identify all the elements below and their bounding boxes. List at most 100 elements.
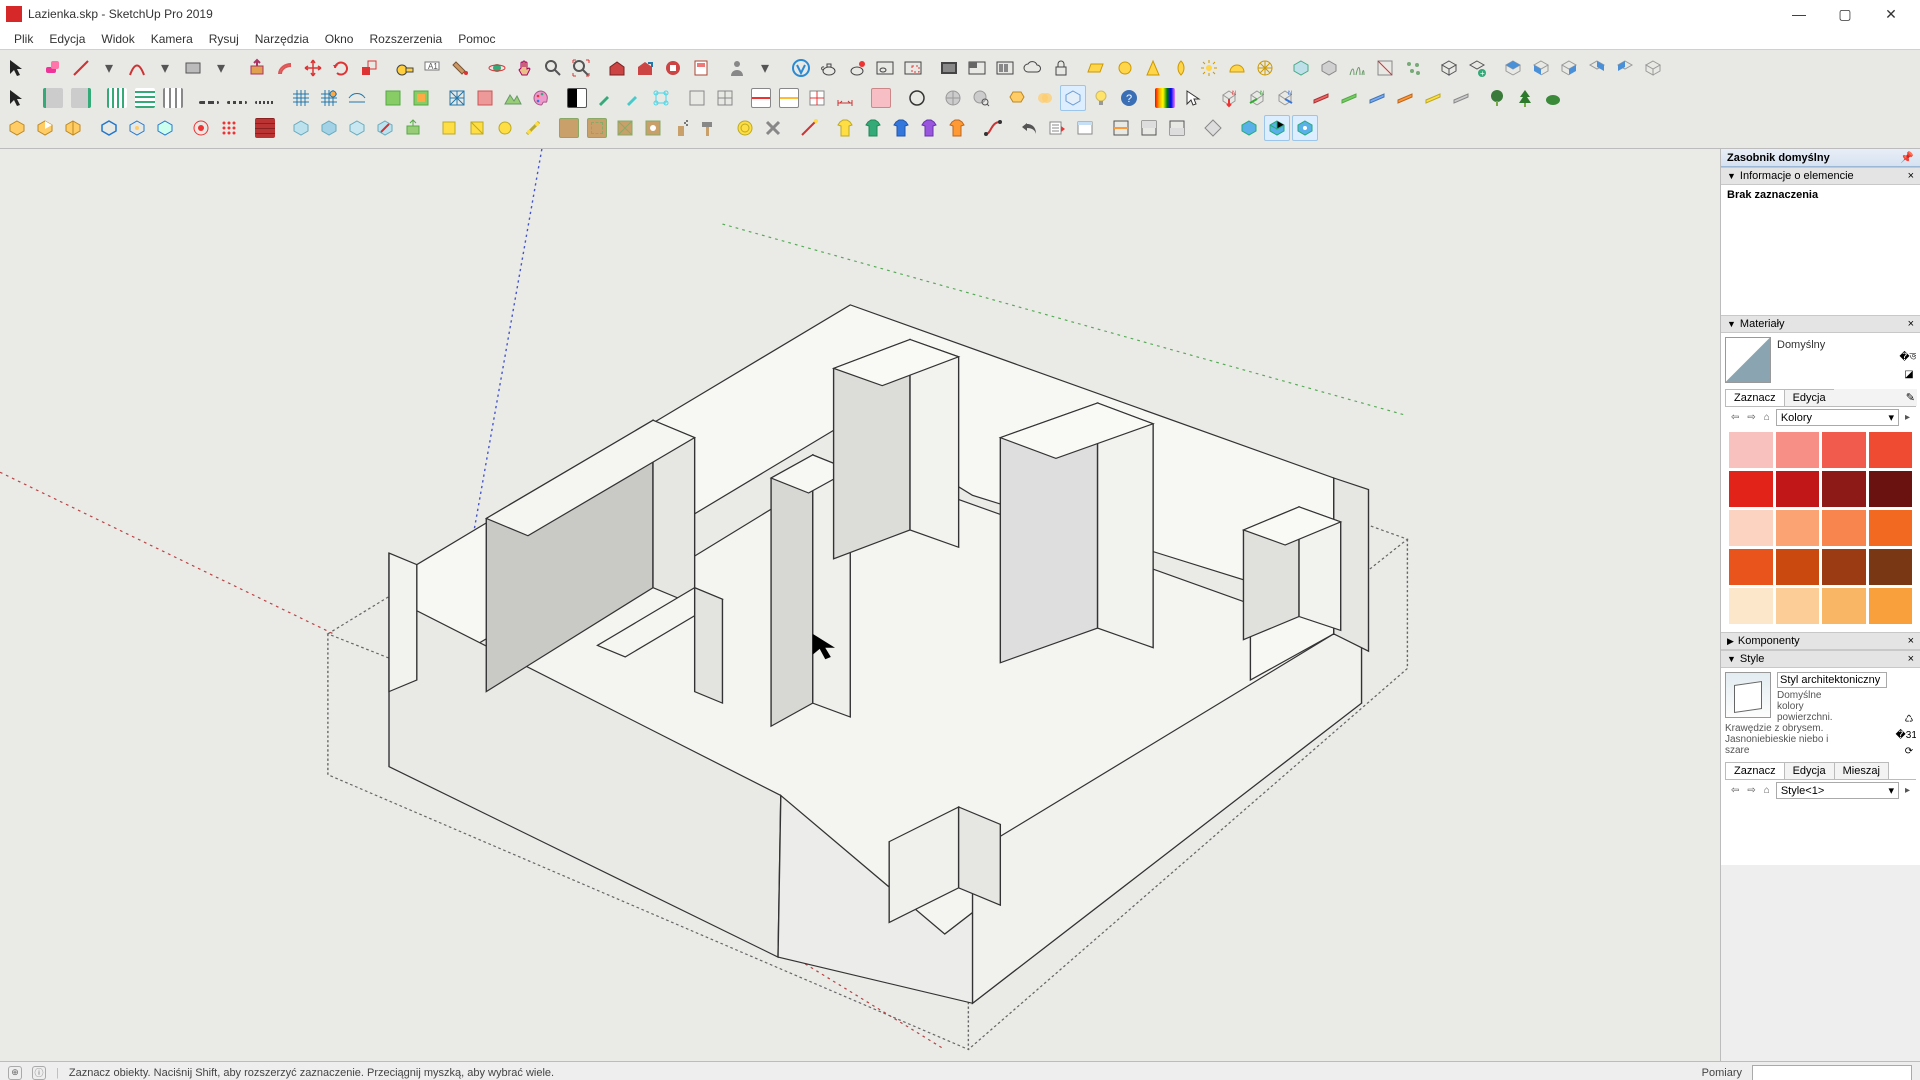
iso-icon[interactable] xyxy=(1436,55,1462,81)
solid-intersect-icon[interactable] xyxy=(1032,85,1058,111)
view-back-icon[interactable] xyxy=(1584,55,1610,81)
arc-tool-icon[interactable] xyxy=(124,55,150,81)
shell-2-icon[interactable] xyxy=(124,115,150,141)
solid-trim-icon[interactable] xyxy=(32,115,58,141)
guide-red-icon[interactable] xyxy=(748,85,774,111)
undo-icon[interactable] xyxy=(1016,115,1042,141)
glass-3-icon[interactable] xyxy=(344,115,370,141)
tray-pin-icon[interactable]: 📌 xyxy=(1900,151,1914,164)
scale-icon[interactable] xyxy=(356,55,382,81)
tree-pine-icon[interactable] xyxy=(1512,85,1538,111)
dimension-icon[interactable] xyxy=(832,85,858,111)
plane-red-icon[interactable] xyxy=(1308,85,1334,111)
materials-fwd-icon[interactable]: ⇨ xyxy=(1745,412,1757,423)
style-name-input[interactable] xyxy=(1777,672,1887,688)
guide-yellow-icon[interactable] xyxy=(776,85,802,111)
shirt-yellow-icon[interactable] xyxy=(832,115,858,141)
styles-tab-mix[interactable]: Mieszaj xyxy=(1834,762,1889,779)
shirt-green-icon[interactable] xyxy=(860,115,886,141)
dash-1-icon[interactable] xyxy=(196,85,222,111)
dropdown-icon[interactable]: ▾ xyxy=(752,55,778,81)
guide-cross-icon[interactable] xyxy=(804,85,830,111)
pushpull-icon[interactable] xyxy=(244,55,270,81)
section-plane-icon[interactable] xyxy=(1108,115,1134,141)
close-panel-icon[interactable]: × xyxy=(1908,170,1914,182)
style-refresh-icon[interactable]: ⟳ xyxy=(1902,744,1916,758)
material-preview[interactable] xyxy=(1725,337,1771,383)
sandbox-contour-icon[interactable] xyxy=(316,85,342,111)
glass-1-icon[interactable] xyxy=(288,115,314,141)
materials-back-icon[interactable]: ⇦ xyxy=(1729,412,1741,423)
styles-tab-select[interactable]: Zaznacz xyxy=(1725,762,1785,779)
vray-channels-icon[interactable] xyxy=(964,55,990,81)
select-tool-small-icon[interactable] xyxy=(4,85,30,111)
close-button[interactable]: ✕ xyxy=(1868,0,1914,28)
minimize-button[interactable]: — xyxy=(1776,0,1822,28)
solid-outer-icon[interactable] xyxy=(4,115,30,141)
sandbox-detail-icon[interactable] xyxy=(444,85,470,111)
view-top-icon[interactable] xyxy=(1500,55,1526,81)
ext-warehouse-icon[interactable] xyxy=(660,55,686,81)
tree-broad-icon[interactable] xyxy=(1484,85,1510,111)
rectangle-tool-icon[interactable] xyxy=(180,55,206,81)
bw-swatch-icon[interactable] xyxy=(564,85,590,111)
shell-1-icon[interactable] xyxy=(96,115,122,141)
help-icon[interactable]: ? xyxy=(1116,85,1142,111)
bulb-icon[interactable] xyxy=(1088,85,1114,111)
vray-viewport-icon[interactable] xyxy=(872,55,898,81)
shirt-orange-icon[interactable] xyxy=(944,115,970,141)
styles-library-dropdown[interactable]: Style<1>▾ xyxy=(1776,782,1899,799)
menu-draw[interactable]: Rysuj xyxy=(201,30,247,48)
styles-tab-edit[interactable]: Edycja xyxy=(1784,762,1835,779)
distribute-v-icon[interactable] xyxy=(132,85,158,111)
vray-light-spot-icon[interactable] xyxy=(1140,55,1166,81)
select-tool-icon[interactable] xyxy=(4,55,30,81)
menu-file[interactable]: Plik xyxy=(6,30,41,48)
iso-add-icon[interactable]: + xyxy=(1464,55,1490,81)
geo-status-icon[interactable]: ⊕ xyxy=(8,1066,22,1080)
color-swatch[interactable] xyxy=(1776,549,1820,585)
cube-blue-1-icon[interactable] xyxy=(1236,115,1262,141)
shell-3-icon[interactable] xyxy=(152,115,178,141)
offset-icon[interactable] xyxy=(272,55,298,81)
face-up-icon[interactable] xyxy=(400,115,426,141)
orbit-icon[interactable] xyxy=(484,55,510,81)
globe-dim-icon[interactable] xyxy=(940,85,966,111)
grid-on-icon[interactable] xyxy=(712,85,738,111)
line-tool-icon[interactable] xyxy=(68,55,94,81)
axis-blue-icon[interactable]: N xyxy=(1272,85,1298,111)
sandbox-smoove-icon[interactable] xyxy=(344,85,370,111)
rotate-icon[interactable] xyxy=(328,55,354,81)
redo-list-icon[interactable] xyxy=(1044,115,1070,141)
menu-view[interactable]: Widok xyxy=(93,30,142,48)
vray-teapot-icon[interactable] xyxy=(816,55,842,81)
color-swatch[interactable] xyxy=(1729,471,1773,507)
eyedrop-cyan-icon[interactable] xyxy=(620,85,646,111)
eraser-icon[interactable] xyxy=(40,55,66,81)
paint-icon[interactable] xyxy=(448,55,474,81)
materials-home-icon[interactable]: ⌂ xyxy=(1762,412,1772,423)
axis-red-icon[interactable]: N xyxy=(1216,85,1242,111)
menu-ext[interactable]: Rozszerzenia xyxy=(361,30,450,48)
styles-fwd-icon[interactable]: ⇨ xyxy=(1745,785,1757,796)
plane-blue-icon[interactable] xyxy=(1364,85,1390,111)
vray-teapot-rt-icon[interactable] xyxy=(844,55,870,81)
warehouse-share-icon[interactable] xyxy=(632,55,658,81)
sandbox-flip-icon[interactable] xyxy=(472,85,498,111)
vray-cloud-icon[interactable] xyxy=(1020,55,1046,81)
cube-blue-3-icon[interactable] xyxy=(1292,115,1318,141)
pan-icon[interactable] xyxy=(512,55,538,81)
credits-status-icon[interactable]: ⓘ xyxy=(32,1066,46,1080)
tool-brown-3-icon[interactable] xyxy=(612,115,638,141)
sandbox-stamp-icon[interactable] xyxy=(380,85,406,111)
menu-edit[interactable]: Edycja xyxy=(41,30,93,48)
entity-info-header[interactable]: ▼Informacje o elemencie × xyxy=(1721,167,1920,185)
wrench-cross-icon[interactable] xyxy=(760,115,786,141)
dropdown-icon[interactable]: ▾ xyxy=(152,55,178,81)
zoom-icon[interactable] xyxy=(540,55,566,81)
align-right-icon[interactable] xyxy=(68,85,94,111)
align-left-icon[interactable] xyxy=(40,85,66,111)
material-create-icon[interactable]: �জ xyxy=(1902,351,1916,365)
glass-pencil-icon[interactable] xyxy=(372,115,398,141)
menu-tools[interactable]: Narzędzia xyxy=(247,30,317,48)
